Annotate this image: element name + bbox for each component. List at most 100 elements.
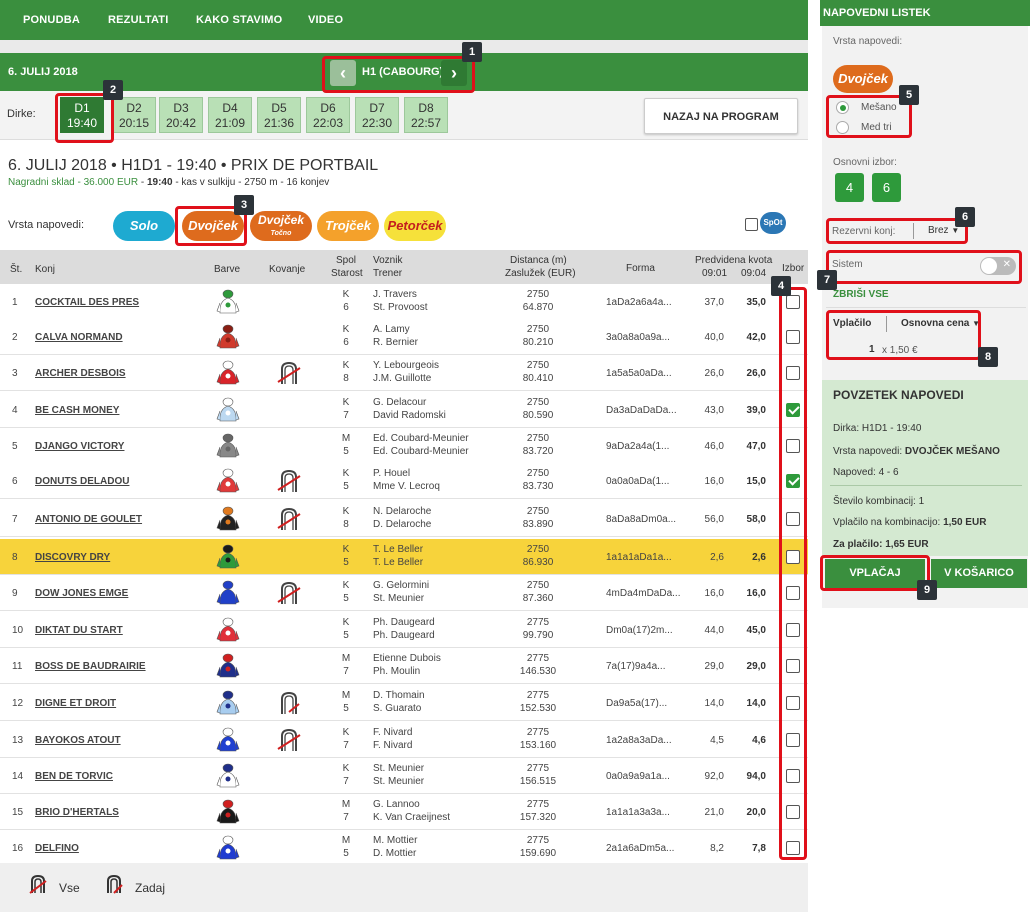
horse-form: 0a0a0aDa(1... <box>606 476 670 487</box>
callout-2 <box>55 93 114 143</box>
callout-8 <box>826 310 981 360</box>
callout-6 <box>826 218 968 244</box>
horse-form: 1a2a8a3aDa... <box>606 735 672 746</box>
odds-0904: 14,0 <box>746 698 766 709</box>
distance-earnings: 2750 86.930 <box>522 544 554 568</box>
horse-name-link[interactable]: BRIO D'HERTALS <box>35 806 119 819</box>
horse-name-link[interactable]: DOW JONES EMGE <box>35 587 128 600</box>
summary-total: Za plačilo: 1,65 EUR <box>833 539 929 550</box>
distance-earnings: 2775 146.530 <box>519 653 557 677</box>
bet-slip-header: NAPOVEDNI LISTEK <box>820 0 1030 26</box>
distance-earnings: 2750 83.890 <box>522 506 554 530</box>
horse-number: 13 <box>12 735 24 746</box>
horse-sex-age: M5 <box>341 690 351 714</box>
bet-petorcek-button[interactable]: Petorček <box>384 211 446 241</box>
horse-sex-age: K6 <box>342 324 350 348</box>
race-time: 22:03 <box>312 116 344 130</box>
horse-number: 7 <box>12 514 18 525</box>
race-tab-6[interactable]: D6 22:03 <box>306 97 350 133</box>
horse-name-link[interactable]: ANTONIO DE GOULET <box>35 513 142 526</box>
driver-trainer: G. Gelormini St. Meunier <box>373 580 430 604</box>
horse-name-link[interactable]: BEN DE TORVIC <box>35 770 113 783</box>
horse-number: 15 <box>12 807 24 818</box>
clear-all-button[interactable]: ZBRIŠI VSE <box>833 289 889 300</box>
th-distanca: Distanca (m) <box>510 255 567 266</box>
badge-1: 1 <box>462 42 482 62</box>
race-tab-3[interactable]: D3 20:42 <box>159 97 203 133</box>
race-tab-5[interactable]: D5 21:36 <box>257 97 301 133</box>
odds-0904: 47,0 <box>746 441 766 452</box>
horse-name-link[interactable]: DJANGO VICTORY <box>35 440 124 453</box>
horse-name-link[interactable]: BE CASH MONEY <box>35 404 119 417</box>
horse-name-link[interactable]: ARCHER DESBOIS <box>35 367 126 380</box>
horse-name-link[interactable]: DONUTS DELADOU <box>35 475 129 488</box>
badge-6: 6 <box>955 207 975 227</box>
race-tab-8[interactable]: D8 22:57 <box>404 97 448 133</box>
horse-number: 10 <box>12 625 24 636</box>
nav-video[interactable]: VIDEO <box>308 0 343 40</box>
horse-number: 6 <box>12 476 18 487</box>
horse-sex-age: M7 <box>341 653 351 677</box>
driver-trainer: J. Travers St. Provoost <box>373 289 428 313</box>
horse-name-link[interactable]: BOSS DE BAUDRAIRIE <box>35 660 146 673</box>
horse-sex-age: K7 <box>342 763 350 787</box>
summary-header: POVZETEK NAPOVEDI <box>833 388 964 402</box>
horse-sex-age: K8 <box>342 506 350 530</box>
distance-earnings: 2750 80.210 <box>522 324 554 348</box>
distance-earnings: 2750 87.360 <box>522 580 554 604</box>
th-spol: Spol <box>336 255 357 266</box>
bet-solo-button[interactable]: Solo <box>113 211 175 241</box>
horse-name-link[interactable]: DISCOVRY DRY <box>35 551 110 564</box>
race-subtitle: Nagradni sklad - 36.000 EUR - 19:40 - ka… <box>8 177 330 188</box>
back-to-program-button[interactable]: NAZAJ NA PROGRAM <box>644 98 798 134</box>
horse-sex-age: K5 <box>342 468 350 492</box>
horse-name-link[interactable]: DIGNE ET DROIT <box>35 697 116 710</box>
table-row: 15 BRIO D'HERTALS M 7 G. Lannoo K. Van Craeij… <box>0 794 808 830</box>
legend-rear: Zadaj <box>135 881 166 895</box>
summary-per-combination: Vplačilo na kombinacijo: 1,50 EUR <box>833 517 987 528</box>
horse-name-link[interactable]: DIKTAT DU START <box>35 624 123 637</box>
race-tab-4[interactable]: D4 21:09 <box>208 97 252 133</box>
bet-trojcek-button[interactable]: Trojček <box>317 211 379 241</box>
nav-ponudba[interactable]: PONUDBA <box>23 0 80 40</box>
th-time1: 09:01 <box>702 268 728 279</box>
odds-0901: 14,0 <box>704 698 724 709</box>
horse-form: 3a0a8a0a9a... <box>606 332 670 343</box>
horse-name-link[interactable]: DELFINO <box>35 842 79 855</box>
distance-earnings: 2775 157.320 <box>519 799 557 823</box>
nav-kako-stavimo[interactable]: KAKO STAVIMO <box>196 0 282 40</box>
th-barve: Barve <box>214 264 241 275</box>
distance-earnings: 2750 64.870 <box>522 289 554 313</box>
table-row: 3 ARCHER DESBOIS K 8 Y. Lebourgeois J.M. Guil… <box>0 355 808 391</box>
table-row: 11 BOSS DE BAUDRAIRIE M 7 Etienne Dubois Ph. … <box>0 648 808 684</box>
jockey-silks-icon <box>216 799 240 824</box>
spot-checkbox[interactable] <box>745 218 758 231</box>
race-time: 20:42 <box>165 116 197 130</box>
nav-rezultati[interactable]: REZULTATI <box>108 0 168 40</box>
callout-1 <box>322 56 475 93</box>
add-to-cart-button[interactable]: V KOŠARICO <box>931 559 1027 588</box>
horse-name-link[interactable]: CALVA NORMAND <box>35 331 123 344</box>
shoe-full-icon <box>277 361 301 384</box>
pick-4[interactable]: 4 <box>835 173 864 202</box>
horse-sex-age: K5 <box>342 544 350 568</box>
driver-trainer: Ed. Coubard-Meunier Ed. Coubard-Meunier <box>373 433 469 457</box>
race-tab-7[interactable]: D7 22:30 <box>355 97 399 133</box>
horse-form: 0a0a9a9a1a... <box>606 771 670 782</box>
horse-number: 14 <box>12 771 24 782</box>
callout-7 <box>826 250 1022 284</box>
horse-name-link[interactable]: BAYOKOS ATOUT <box>35 734 121 747</box>
shoe-full-icon <box>277 728 301 751</box>
pick-6[interactable]: 6 <box>872 173 901 202</box>
horse-number: 8 <box>12 552 18 563</box>
th-st: Št. <box>10 264 23 275</box>
badge-5: 5 <box>899 85 919 105</box>
horse-form: 7a(17)9a4a... <box>606 661 666 672</box>
horse-name-link[interactable]: COCKTAIL DES PRES <box>35 296 139 309</box>
th-forma: Forma <box>626 263 655 274</box>
horse-sex-age: K5 <box>342 580 350 604</box>
race-tab-2[interactable]: D2 20:15 <box>112 97 156 133</box>
bet-dvojcek-tocno-button[interactable]: Dvojček Točno <box>250 211 312 241</box>
jockey-silks-icon <box>216 653 240 678</box>
odds-0904: 45,0 <box>746 625 766 636</box>
